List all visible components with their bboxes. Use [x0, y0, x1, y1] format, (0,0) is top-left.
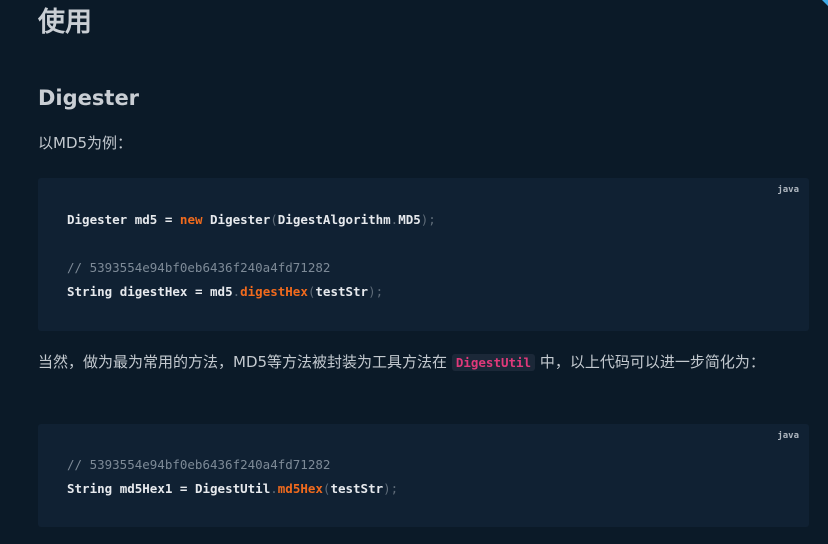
paragraph-text: 中，以上代码可以进一步简化为： — [535, 353, 765, 371]
intro-paragraph: 以MD5为例： — [38, 134, 133, 152]
subsection-heading: Digester — [38, 86, 140, 110]
code-token: digestHex — [119, 284, 188, 299]
code-comment: // 5393554e94bf0eb6436f240a4fd71282 — [67, 457, 331, 472]
code-block-digester[interactable]: java Digester md5 = new Digester(DigestA… — [38, 178, 809, 331]
code-line: String digestHex = md5.digestHex(testStr… — [67, 283, 383, 301]
code-token: = — [164, 212, 173, 227]
code-token: DigestAlgorithm — [277, 212, 391, 227]
code-punct: ); — [383, 481, 399, 496]
code-method: digestHex — [240, 284, 308, 299]
code-token: MD5 — [398, 212, 421, 227]
code-token: md5 — [134, 212, 158, 227]
code-comment: // 5393554e94bf0eb6436f240a4fd71282 — [67, 260, 331, 275]
code-token: Digester — [67, 212, 128, 227]
code-punct: ( — [270, 212, 278, 227]
code-token: = — [179, 481, 188, 496]
paragraph-text: 当然，做为最为常用的方法，MD5等方法被封装为工具方法在 — [38, 353, 452, 371]
inline-code-digestutil: DigestUtil — [451, 354, 536, 371]
code-keyword: new — [179, 212, 203, 227]
code-method: md5Hex — [277, 481, 323, 496]
code-token: md5 — [210, 284, 233, 299]
code-token: Digester — [210, 212, 271, 227]
code-token: testStr — [315, 284, 369, 299]
code-line: String md5Hex1 = DigestUtil.md5Hex(testS… — [67, 480, 398, 498]
code-punct: . — [232, 284, 241, 299]
code-language-label: java — [777, 185, 799, 195]
digestutil-paragraph: 当然，做为最为常用的方法，MD5等方法被封装为工具方法在 DigestUtil … — [38, 350, 810, 375]
code-token: md5Hex1 — [119, 481, 173, 496]
code-token: String — [67, 284, 113, 299]
document-page: 使用 Digester 以MD5为例： java Digester md5 = … — [0, 0, 828, 544]
code-punct: . — [270, 481, 278, 496]
corner-accent — [822, 0, 828, 6]
code-token: = — [194, 284, 203, 299]
code-token: DigestUtil — [194, 481, 271, 496]
section-heading: 使用 — [38, 7, 92, 38]
code-punct: ); — [368, 284, 384, 299]
code-language-label: java — [777, 431, 799, 441]
code-token: String — [67, 481, 113, 496]
code-line: Digester md5 = new Digester(DigestAlgori… — [67, 211, 436, 229]
code-block-digestutil[interactable]: java // 5393554e94bf0eb6436f240a4fd71282… — [38, 424, 809, 527]
code-punct: ); — [420, 212, 436, 227]
code-token: testStr — [330, 481, 384, 496]
